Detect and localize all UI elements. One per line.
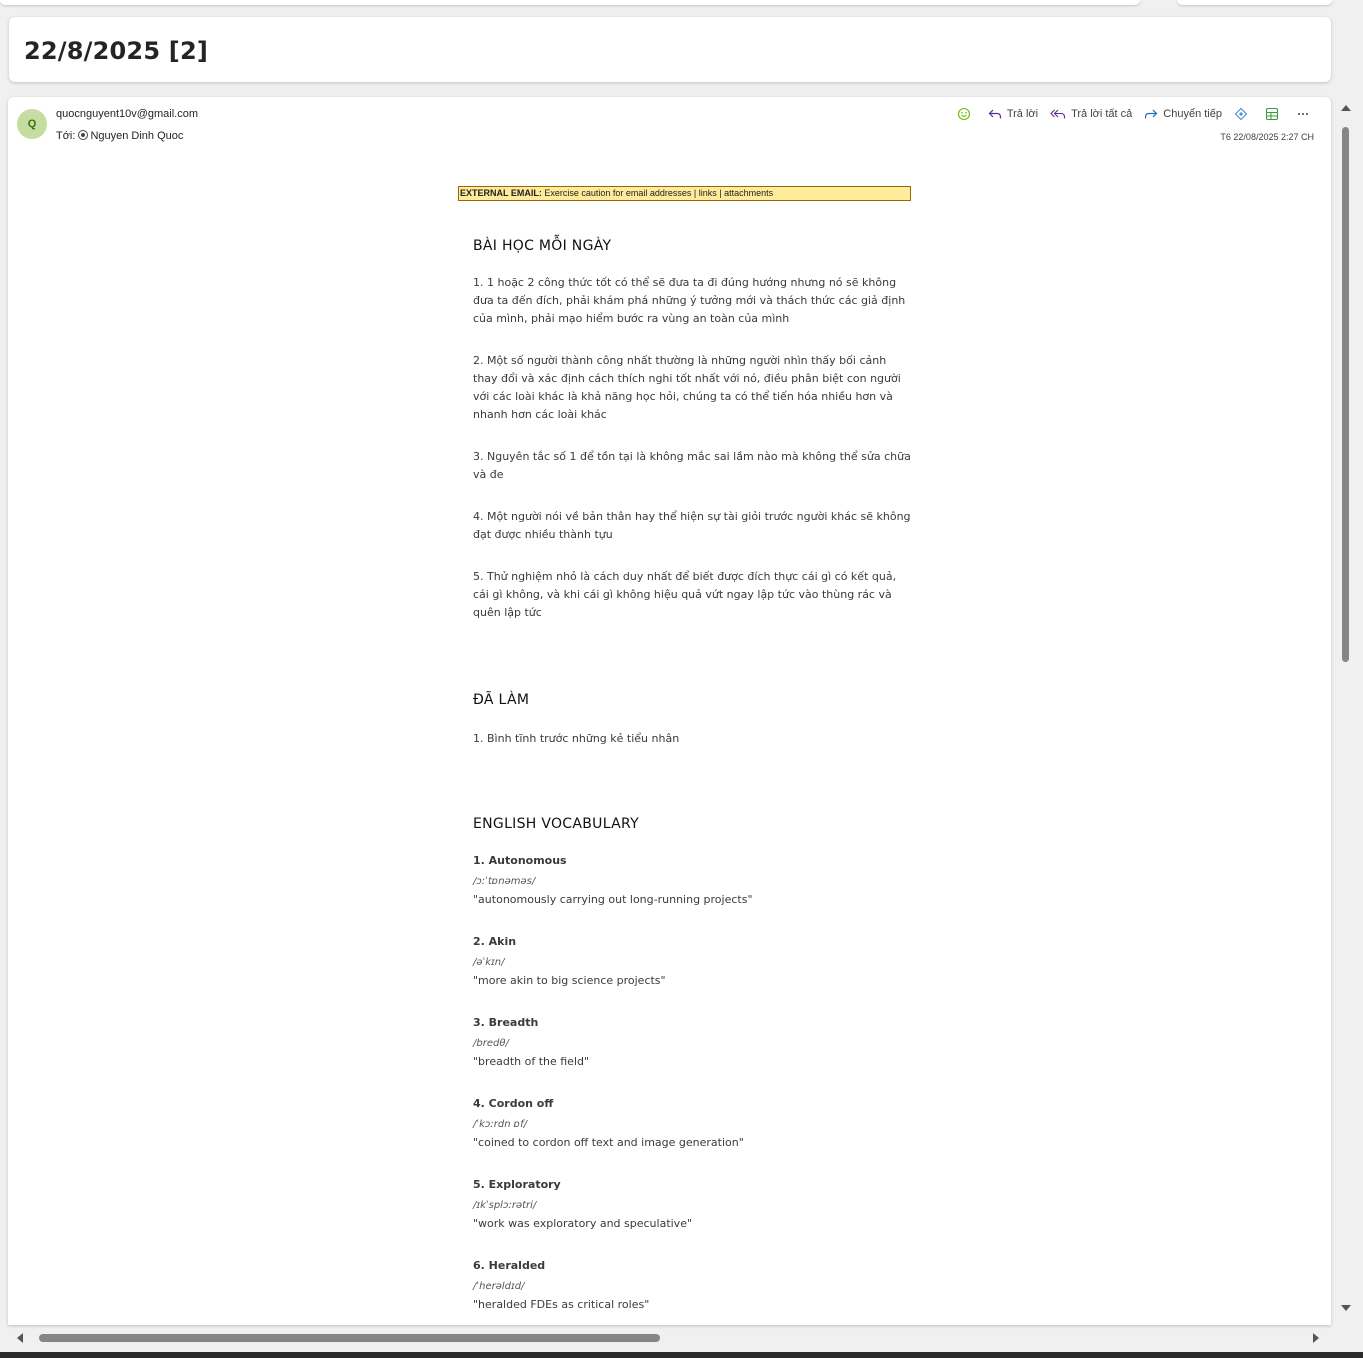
vertical-scrollbar[interactable] [1338, 97, 1354, 1325]
reply-all-button[interactable]: Trả lời tất cả [1050, 108, 1132, 120]
lesson-item: 4. Một người nói về bản thân hay thể hiệ… [473, 510, 911, 541]
scroll-up-arrow-icon[interactable] [1341, 105, 1351, 111]
vocab-word: 2. Akin [473, 935, 517, 948]
forward-button[interactable]: Chuyển tiếp [1144, 108, 1222, 120]
vocab-entry: 6. Heralded /ˈherəldɪd/ "heralded FDEs a… [473, 1257, 911, 1314]
external-email-banner: EXTERNAL EMAIL: Exercise caution for ema… [458, 186, 911, 201]
table-addin-button[interactable] [1265, 107, 1284, 121]
banner-label: EXTERNAL EMAIL: [460, 188, 542, 198]
done-heading: ĐÃ LÀM [473, 692, 530, 708]
email-body: EXTERNAL EMAIL: Exercise caution for ema… [458, 186, 911, 1314]
sender-address[interactable]: quocnguyent10v@gmail.com [56, 108, 198, 120]
vocab-heading: ENGLISH VOCABULARY [473, 816, 639, 832]
forward-icon [1145, 109, 1158, 119]
message-timestamp: T6 22/08/2025 2:27 CH [1220, 132, 1314, 142]
lesson-item: 3. Nguyên tắc số 1 để tồn tại là không m… [473, 450, 911, 481]
vocab-example: "coined to cordon off text and image gen… [473, 1136, 744, 1149]
recipient-name[interactable]: Nguyen Dinh Quoc [90, 130, 183, 142]
lesson-item: 5. Thử nghiệm nhỏ là cách duy nhất để bi… [473, 570, 897, 619]
reaction-button[interactable] [957, 107, 976, 121]
vocab-word: 6. Heralded [473, 1259, 546, 1272]
avatar[interactable]: Q [17, 109, 47, 139]
vocab-ipa: /ˈkɔːrdn ɒf/ [473, 1119, 527, 1130]
to-label: Tới: [56, 130, 76, 142]
vocab-entry: 2. Akin /əˈkɪn/ "more akin to big scienc… [473, 933, 911, 990]
vocab-entry: 1. Autonomous /ɔːˈtɒnəməs/ "autonomously… [473, 852, 911, 909]
recipients-line: Tới: Nguyen Dinh Quoc [56, 129, 183, 142]
grid-addin-icon [1265, 107, 1279, 121]
reply-icon [988, 109, 1001, 119]
ellipsis-icon [1298, 113, 1308, 115]
reply-all-label: Trả lời tất cả [1071, 108, 1133, 120]
vocab-word: 5. Exploratory [473, 1178, 561, 1191]
taskbar-edge [0, 1352, 1363, 1358]
vocab-word: 1. Autonomous [473, 854, 567, 867]
vocab-ipa: /ˈherəldɪd/ [473, 1281, 525, 1292]
vocab-ipa: /əˈkɪn/ [473, 957, 505, 968]
addin-button[interactable] [1234, 107, 1253, 121]
previous-card-edge-right [1177, 0, 1332, 5]
vocab-word: 3. Breadth [473, 1016, 539, 1029]
vocab-example: "autonomously carrying out long-running … [473, 893, 753, 906]
scroll-right-arrow-icon[interactable] [1313, 1333, 1319, 1343]
vocab-ipa: /ɔːˈtɒnəməs/ [473, 876, 536, 887]
reply-label: Trả lời [1006, 108, 1039, 120]
vocab-entry: 3. Breadth /bredθ/ "breadth of the field… [473, 1014, 911, 1071]
horizontal-scrollbar[interactable] [8, 1330, 1331, 1346]
diamond-addin-icon [1234, 107, 1248, 121]
done-item: 1. Bình tĩnh trước những kẻ tiểu nhân [473, 732, 680, 745]
subject-title: 22/8/2025 [2] [24, 37, 209, 65]
email-content: BÀI HỌC MỖI NGÀY 1. 1 hoặc 2 công thức t… [458, 238, 911, 1314]
subject-header: 22/8/2025 [2] [9, 17, 1331, 82]
vocab-entry: 5. Exploratory /ɪkˈsplɔːrətri/ "work was… [473, 1176, 911, 1233]
horizontal-scroll-thumb[interactable] [39, 1334, 660, 1342]
message-actions: Trả lời Trả lời tất cả Chuyển tiếp [945, 105, 1315, 123]
reply-button[interactable]: Trả lời [988, 108, 1038, 120]
vocab-example: "breadth of the field" [473, 1055, 590, 1068]
banner-text: Exercise caution for email addresses | l… [541, 188, 774, 198]
lesson-item: 2. Một số người thành công nhất thường l… [473, 354, 901, 421]
message-pane: Q quocnguyent10v@gmail.com Tới: Nguyen Di… [8, 97, 1331, 1325]
more-actions-button[interactable] [1296, 108, 1315, 120]
smiley-icon [957, 107, 970, 121]
contact-status-icon [78, 130, 89, 140]
vocab-example: "heralded FDEs as critical roles" [473, 1298, 650, 1311]
vocab-example: "work was exploratory and speculative" [473, 1217, 693, 1230]
scroll-down-arrow-icon[interactable] [1341, 1305, 1351, 1311]
vocab-entry: 4. Cordon off /ˈkɔːrdn ɒf/ "coined to co… [473, 1095, 911, 1152]
reply-all-icon [1050, 109, 1066, 119]
vocab-word: 4. Cordon off [473, 1097, 554, 1110]
vocab-ipa: /bredθ/ [473, 1038, 509, 1049]
lesson-item: 1. 1 hoặc 2 công thức tốt có thể sẽ đưa … [473, 276, 906, 325]
vertical-scroll-thumb[interactable] [1342, 127, 1349, 662]
scroll-left-arrow-icon[interactable] [17, 1333, 23, 1343]
previous-card-edge [0, 0, 1140, 5]
vocab-example: "more akin to big science projects" [473, 974, 666, 987]
forward-label: Chuyển tiếp [1163, 108, 1222, 120]
vocab-ipa: /ɪkˈsplɔːrətri/ [473, 1200, 537, 1211]
lesson-heading: BÀI HỌC MỖI NGÀY [473, 238, 612, 254]
